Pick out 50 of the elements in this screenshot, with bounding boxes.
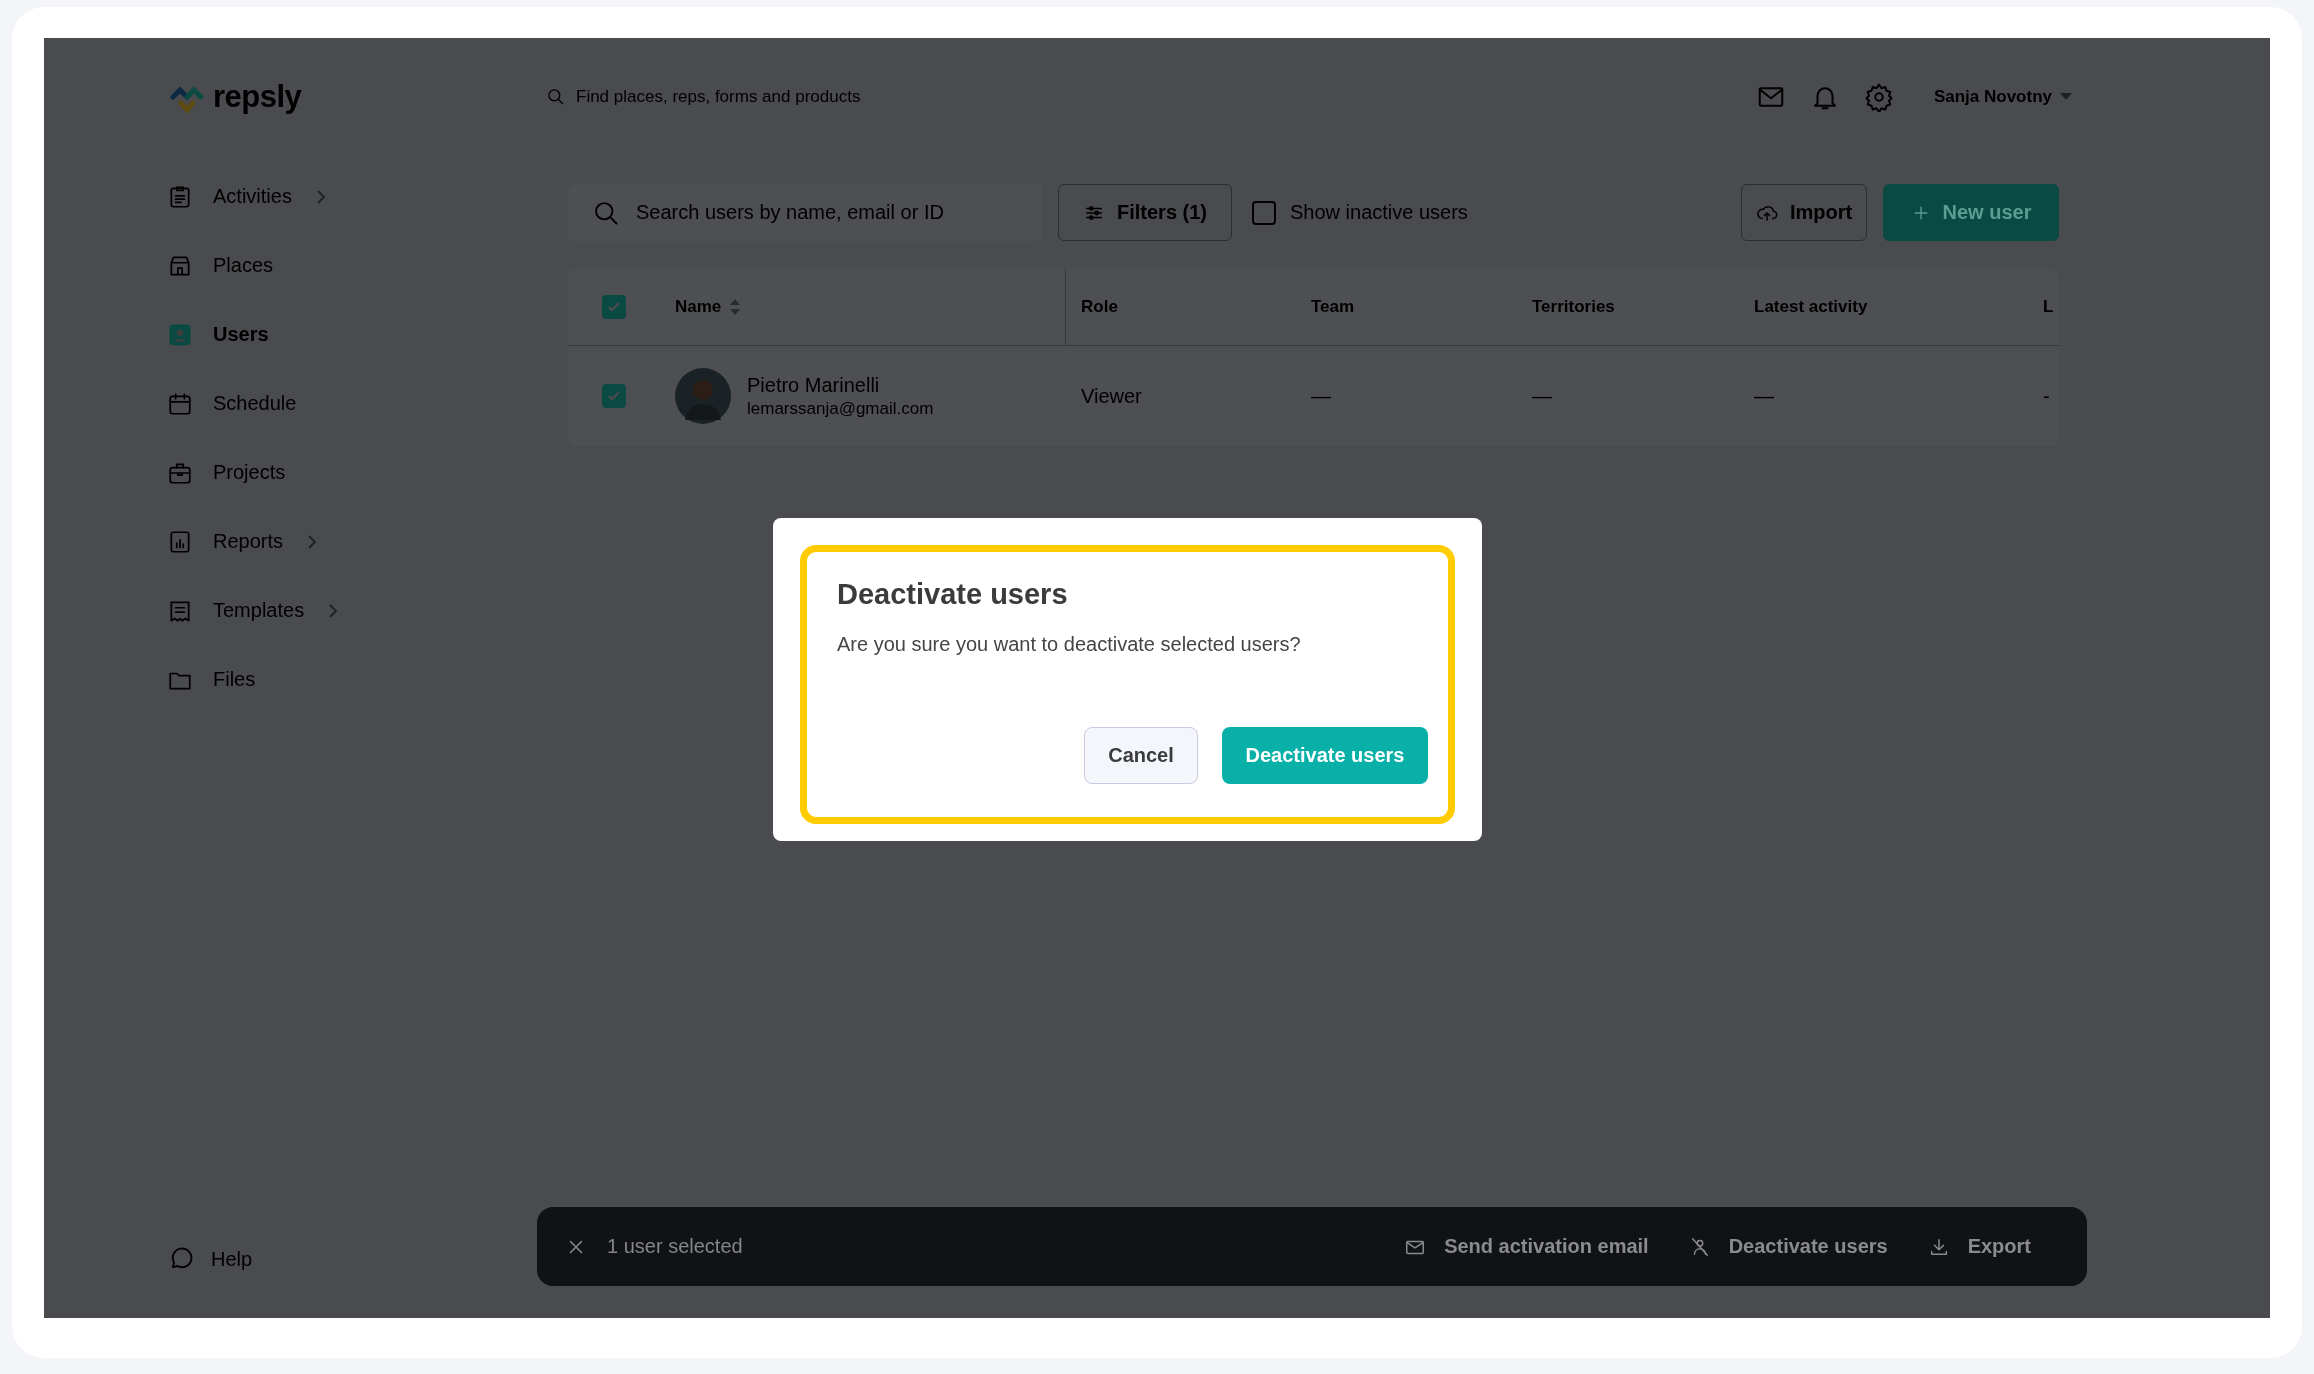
calendar-icon — [167, 390, 193, 417]
column-header[interactable]: Name — [675, 297, 722, 317]
dialog-title: Deactivate users — [837, 578, 1069, 611]
search-icon — [546, 87, 566, 107]
import-button[interactable]: Import — [1741, 184, 1867, 241]
sidebar-item[interactable]: Reports — [167, 507, 320, 576]
sidebar-item[interactable]: Activities — [167, 162, 328, 231]
sidebar-item[interactable]: Schedule — [167, 369, 297, 438]
chart-icon — [167, 528, 193, 555]
sidebar-item[interactable]: Users — [167, 300, 269, 369]
settings-icon — [1863, 82, 1894, 112]
filters-button[interactable]: Filters (1) — [1058, 184, 1232, 241]
user-search-box[interactable]: Search users by name, email or ID — [568, 184, 1042, 241]
table-cell: Viewer — [1081, 384, 1142, 407]
column-header: Role — [1081, 297, 1118, 316]
global-search-field[interactable]: Find places, reps, forms and products — [576, 87, 1076, 107]
column-header: Latest activity — [1754, 297, 1868, 316]
new-user-button[interactable]: New user — [1883, 184, 2059, 241]
sidebar-item[interactable]: Files — [167, 645, 256, 714]
user-email: lemarssanja@gmail.com — [747, 398, 934, 419]
table-cell: - — [2043, 384, 2050, 407]
checkbox-label: Show inactive users — [1290, 201, 1468, 224]
table-cell: — — [1754, 384, 1774, 407]
action-button[interactable]: Export — [1927, 1235, 2031, 1258]
checkbox[interactable] — [1252, 200, 1276, 225]
action-button[interactable]: Deactivate users — [1688, 1235, 1888, 1258]
sidebar-item[interactable]: Projects — [167, 438, 286, 507]
dialog-message: Are you sure you want to deactivate selected users? — [837, 633, 1302, 656]
sidebar-item[interactable]: Places — [167, 231, 274, 300]
caret-down-icon — [2060, 93, 2072, 101]
user-menu[interactable]: Sanja Novotny — [1927, 86, 2078, 108]
table-cell: — — [1311, 384, 1331, 407]
user-name: Pietro Marinelli — [747, 373, 881, 397]
logo-text: repsly — [213, 79, 302, 115]
checkbox[interactable] — [602, 384, 626, 408]
user-search-field[interactable]: Search users by name, email or ID — [636, 184, 1018, 241]
clipboard-icon — [167, 183, 193, 210]
column-header: Territories — [1532, 297, 1615, 316]
column-header: Team — [1311, 297, 1355, 316]
cancel-button[interactable]: Cancel — [1084, 727, 1198, 784]
help-link[interactable]: Help — [167, 1245, 253, 1273]
user-icon — [167, 321, 193, 348]
selection-count: 1 user selected — [607, 1235, 744, 1258]
column-header: L — [2043, 297, 2054, 316]
checkbox[interactable] — [602, 295, 626, 319]
sort-icon[interactable] — [729, 298, 742, 316]
table-cell: — — [1532, 384, 1552, 407]
sidebar-item[interactable]: Templates — [167, 576, 341, 645]
action-button[interactable]: Send activation email — [1404, 1235, 1649, 1258]
confirm-button[interactable]: Deactivate users — [1222, 727, 1428, 784]
